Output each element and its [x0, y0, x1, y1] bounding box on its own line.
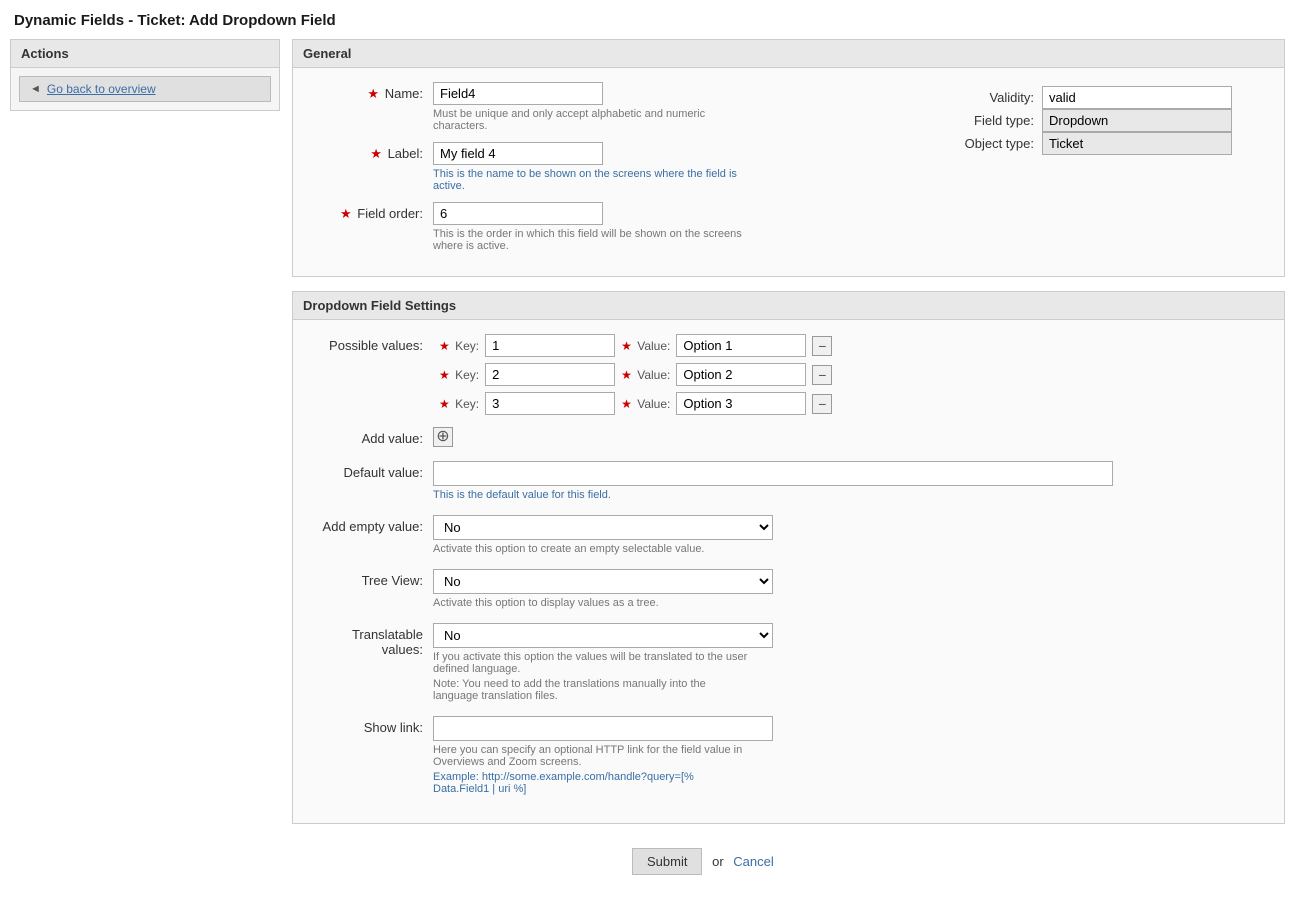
- key-input-3[interactable]: [485, 392, 615, 415]
- right-col: Validity: Field type: Object type:: [944, 82, 1264, 155]
- name-hint: Must be unique and only accept alphabeti…: [433, 108, 753, 132]
- field-order-row: ★ Field order: This is the order in whic…: [313, 202, 944, 252]
- validity-label: Validity:: [944, 90, 1034, 105]
- possible-value-row-2: ★ Key: ★ Value: −: [313, 363, 1264, 386]
- show-link-hint-1: Here you can specify an optional HTTP li…: [433, 744, 753, 768]
- tree-view-label: Tree View:: [313, 569, 433, 588]
- field-order-field: This is the order in which this field wi…: [433, 202, 944, 252]
- remove-row-1-button[interactable]: −: [812, 336, 832, 356]
- kv-group-1: ★ Key: ★ Value: −: [439, 334, 832, 357]
- name-input[interactable]: [433, 82, 603, 105]
- kv-group-2: ★ Key: ★ Value: −: [439, 363, 832, 386]
- dropdown-section-title: Dropdown Field Settings: [293, 292, 1284, 320]
- show-link-hint-2: Example: http://some.example.com/handle?…: [433, 771, 753, 795]
- field-order-hint: This is the order in which this field wi…: [433, 228, 753, 252]
- default-value-row: Default value: This is the default value…: [313, 461, 1264, 501]
- required-star-3: ★: [340, 206, 352, 221]
- value-input-3[interactable]: [676, 392, 806, 415]
- validity-input[interactable]: [1042, 86, 1232, 109]
- tree-view-select[interactable]: No Yes: [433, 569, 773, 594]
- key-label-1: ★ Key:: [439, 339, 479, 353]
- translatable-hint-1: If you activate this option the values w…: [433, 651, 753, 675]
- name-label: ★ Name:: [313, 82, 433, 102]
- label-hint: This is the name to be shown on the scre…: [433, 168, 753, 192]
- possible-value-row-1: Possible values: ★ Key: ★ Value: −: [313, 334, 1264, 357]
- or-text: or: [712, 854, 724, 869]
- page-title: Dynamic Fields - Ticket: Add Dropdown Fi…: [0, 0, 1295, 39]
- label-row: ★ Label: This is the name to be shown on…: [313, 142, 944, 192]
- add-empty-label: Add empty value:: [313, 515, 433, 534]
- object-type-label: Object type:: [944, 136, 1034, 151]
- value-label-3: ★ Value:: [621, 397, 670, 411]
- main-content: General ★ Name: Must be unique and on: [292, 39, 1285, 895]
- field-order-input[interactable]: [433, 202, 603, 225]
- value-label-1: ★ Value:: [621, 339, 670, 353]
- sidebar-section-title: Actions: [10, 39, 280, 68]
- tree-view-hint: Activate this option to display values a…: [433, 597, 753, 609]
- label-input[interactable]: [433, 142, 603, 165]
- object-type-input[interactable]: [1042, 132, 1232, 155]
- required-star-2: ★: [370, 146, 382, 161]
- validity-row: Validity:: [944, 86, 1264, 109]
- object-type-row: Object type:: [944, 132, 1264, 155]
- field-order-label: ★ Field order:: [313, 202, 433, 222]
- overview-link[interactable]: Go back to overview: [47, 82, 156, 96]
- translatable-select[interactable]: No Yes: [433, 623, 773, 648]
- sidebar: Actions ◄ Go back to overview: [10, 39, 280, 895]
- translatable-label: Translatable values:: [313, 623, 433, 657]
- key-input-2[interactable]: [485, 363, 615, 386]
- add-empty-select[interactable]: No Yes: [433, 515, 773, 540]
- value-input-2[interactable]: [676, 363, 806, 386]
- show-link-label: Show link:: [313, 716, 433, 735]
- add-value-label: Add value:: [313, 427, 433, 446]
- show-link-row: Show link: Here you can specify an optio…: [313, 716, 1264, 795]
- show-link-input[interactable]: [433, 716, 773, 741]
- general-section-title: General: [293, 40, 1284, 68]
- key-label-2: ★ Key:: [439, 368, 479, 382]
- add-empty-value-row: Add empty value: No Yes Activate this op…: [313, 515, 1264, 555]
- possible-values-label: Possible values:: [313, 338, 433, 353]
- field-type-row: Field type:: [944, 109, 1264, 132]
- remove-row-3-button[interactable]: −: [812, 394, 832, 414]
- add-value-row: Add value: ⊕: [313, 427, 1264, 447]
- add-value-button[interactable]: ⊕: [433, 427, 453, 447]
- general-section: General ★ Name: Must be unique and on: [292, 39, 1285, 277]
- default-value-input[interactable]: [433, 461, 1113, 486]
- value-input-1[interactable]: [676, 334, 806, 357]
- kv-group-3: ★ Key: ★ Value: −: [439, 392, 832, 415]
- possible-value-row-3: ★ Key: ★ Value: −: [313, 392, 1264, 415]
- value-label-2: ★ Value:: [621, 368, 670, 382]
- default-value-hint: This is the default value for this field…: [433, 489, 753, 501]
- name-row: ★ Name: Must be unique and only accept a…: [313, 82, 944, 132]
- tree-view-row: Tree View: No Yes Activate this option t…: [313, 569, 1264, 609]
- add-empty-hint: Activate this option to create an empty …: [433, 543, 753, 555]
- name-field: Must be unique and only accept alphabeti…: [433, 82, 944, 132]
- possible-values-section: Possible values: ★ Key: ★ Value: −: [313, 334, 1264, 415]
- remove-row-2-button[interactable]: −: [812, 365, 832, 385]
- key-input-1[interactable]: [485, 334, 615, 357]
- submit-button[interactable]: Submit: [632, 848, 702, 875]
- default-value-label: Default value:: [313, 461, 433, 480]
- back-to-overview-button[interactable]: ◄ Go back to overview: [19, 76, 271, 102]
- key-label-3: ★ Key:: [439, 397, 479, 411]
- dropdown-settings-section: Dropdown Field Settings Possible values:…: [292, 291, 1285, 824]
- required-star: ★: [367, 86, 379, 101]
- field-type-input[interactable]: [1042, 109, 1232, 132]
- label-label: ★ Label:: [313, 142, 433, 162]
- submit-area: Submit or Cancel: [292, 838, 1285, 895]
- back-arrow-icon: ◄: [30, 83, 41, 95]
- translatable-values-row: Translatable values: No Yes If you activ…: [313, 623, 1264, 702]
- label-field: This is the name to be shown on the scre…: [433, 142, 944, 192]
- cancel-link[interactable]: Cancel: [733, 854, 773, 869]
- translatable-hint-2: Note: You need to add the translations m…: [433, 678, 753, 702]
- field-type-label: Field type:: [944, 113, 1034, 128]
